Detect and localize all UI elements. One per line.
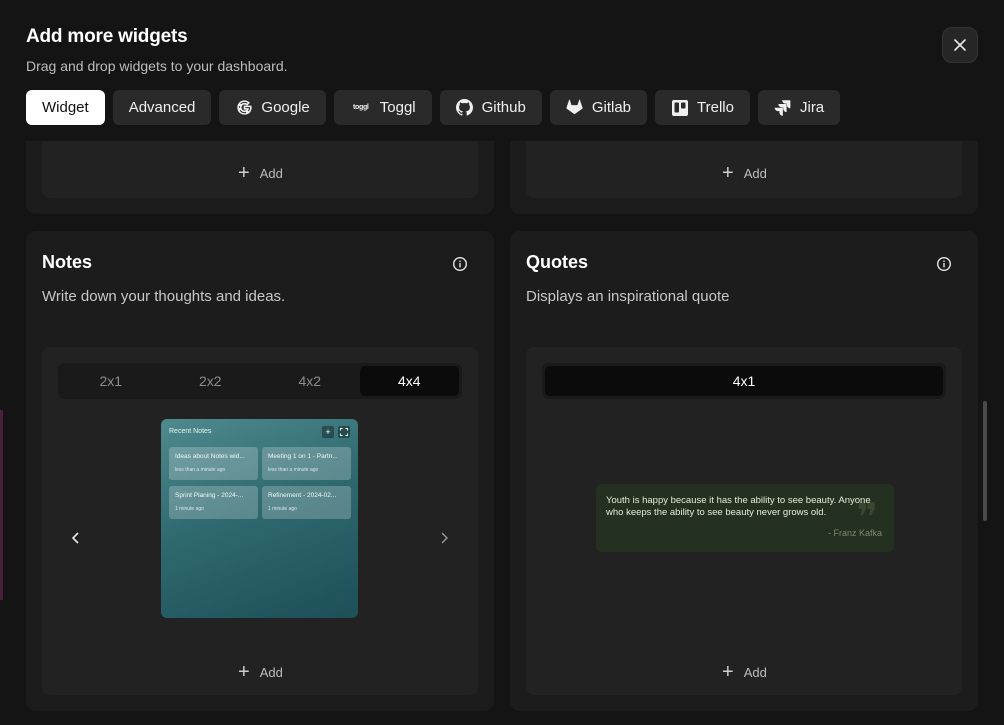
modal-subtitle: Drag and drop widgets to your dashboard. (26, 58, 288, 74)
preview-title: Recent Notes (169, 428, 212, 435)
preview-note-meta: 1 minute ago (268, 506, 297, 512)
preview-note: Ideas about Notes wid... less than a min… (169, 447, 258, 480)
preview-note: Refinement - 2024-02... 1 minute ago (262, 486, 351, 519)
chevron-left-icon (71, 532, 79, 544)
size-selector: 2x1 2x2 4x2 4x4 (58, 363, 462, 399)
add-label: Add (743, 664, 767, 680)
preview-note-title: Sprint Planing - 2024-... (175, 492, 244, 499)
tab-label: Widget (42, 99, 89, 116)
add-label: Add (259, 165, 283, 181)
preview-note: Meeting 1 on 1 - Partn... less than a mi… (262, 447, 351, 480)
notes-widget-preview: Recent Notes + Ideas about Notes wid... … (161, 419, 358, 618)
jira-icon (774, 99, 792, 117)
notes-widget-card: Notes Write down your thoughts and ideas… (26, 231, 494, 711)
background-accent (0, 410, 3, 600)
modal-header: Add more widgets Drag and drop widgets t… (26, 26, 288, 74)
tab-trello[interactable]: Trello (655, 90, 750, 125)
category-tabs: Widget Advanced Google toggl Toggl Githu… (26, 90, 841, 125)
widget-title: Quotes (526, 252, 589, 272)
widget-preview-area: + Add (42, 141, 478, 198)
quote-widget-preview: ❞ Youth is happy because it has the abil… (596, 484, 894, 552)
tab-label: Toggl (379, 99, 416, 116)
size-option[interactable]: 2x2 (161, 366, 261, 396)
add-widget-button[interactable]: + Add (722, 163, 767, 183)
tab-google[interactable]: Google (219, 90, 326, 125)
tab-label: Trello (697, 99, 734, 116)
quotes-widget-card: Quotes Displays an inspirational quote 4… (510, 231, 978, 711)
plus-icon: + (238, 661, 250, 683)
widget-preview-area: + Add (526, 141, 962, 198)
plus-icon: + (722, 661, 734, 683)
tab-jira[interactable]: Jira (757, 90, 841, 125)
trello-icon (671, 99, 689, 117)
previous-arrow[interactable] (67, 529, 85, 547)
tab-label: Google (261, 99, 310, 116)
tab-widget[interactable]: Widget (26, 90, 105, 125)
quote-author: - Franz Kafka (827, 528, 882, 538)
google-icon (235, 99, 253, 117)
preview-note-meta: less than a minute ago (175, 467, 226, 473)
chevron-right-icon (441, 532, 448, 544)
tab-label: Advanced (128, 99, 196, 116)
widget-title: Notes (42, 252, 93, 272)
widget-card-partial-right: + Add (510, 141, 978, 214)
add-widget-button[interactable]: + Add (722, 662, 767, 682)
size-option[interactable]: 2x1 (61, 366, 161, 396)
add-widgets-modal: Add more widgets Drag and drop widgets t… (10, 0, 994, 725)
tab-toggl[interactable]: toggl Toggl (333, 90, 432, 125)
modal-title: Add more widgets (26, 26, 188, 47)
size-option[interactable]: 4x2 (260, 366, 360, 396)
plus-icon: + (722, 162, 734, 184)
info-icon[interactable] (452, 256, 468, 272)
tab-advanced[interactable]: Advanced (112, 90, 212, 125)
next-arrow[interactable] (435, 529, 453, 547)
size-option-selected[interactable]: 4x1 (545, 366, 943, 396)
add-label: Add (743, 165, 767, 181)
plus-icon: + (238, 162, 250, 184)
tab-github[interactable]: Github (439, 90, 542, 125)
quote-text: Youth is happy because it has the abilit… (606, 495, 871, 518)
toggl-icon: toggl (352, 104, 369, 111)
gitlab-icon (566, 99, 584, 117)
info-icon[interactable] (936, 256, 952, 272)
widget-preview-area: 4x1 ❞ Youth is happy because it has the … (526, 347, 962, 695)
add-widget-button[interactable]: + Add (238, 163, 283, 183)
preview-note-meta: less than a minute ago (268, 467, 319, 473)
tab-label: Jira (799, 99, 825, 116)
widget-description: Write down your thoughts and ideas. (42, 288, 286, 305)
preview-note-meta: 1 minute ago (175, 506, 204, 512)
preview-note: Sprint Planing - 2024-... 1 minute ago (169, 486, 258, 519)
close-icon (954, 39, 966, 51)
github-icon (456, 99, 474, 117)
widget-list[interactable]: + Add + Add Notes Write down your though… (26, 141, 978, 725)
add-widget-button[interactable]: + Add (238, 662, 283, 682)
widget-preview-area: 2x1 2x2 4x2 4x4 Recent Notes + Ideas abo… (42, 347, 478, 695)
scrollbar[interactable] (983, 401, 987, 521)
widget-description: Displays an inspirational quote (526, 288, 730, 305)
preview-note-title: Refinement - 2024-02... (268, 492, 337, 499)
size-selector: 4x1 (542, 363, 946, 399)
tab-label: Gitlab (591, 99, 632, 116)
size-option-selected[interactable]: 4x4 (359, 366, 459, 396)
widget-card-partial-left: + Add (26, 141, 494, 214)
preview-note-title: Ideas about Notes wid... (175, 453, 245, 460)
tab-gitlab[interactable]: Gitlab (549, 90, 648, 125)
preview-note-title: Meeting 1 on 1 - Partn... (268, 453, 338, 460)
preview-add-icon: + (322, 426, 334, 438)
close-button[interactable] (942, 27, 978, 63)
preview-expand-icon (338, 426, 350, 438)
tab-label: Github (481, 99, 526, 116)
add-label: Add (259, 664, 283, 680)
